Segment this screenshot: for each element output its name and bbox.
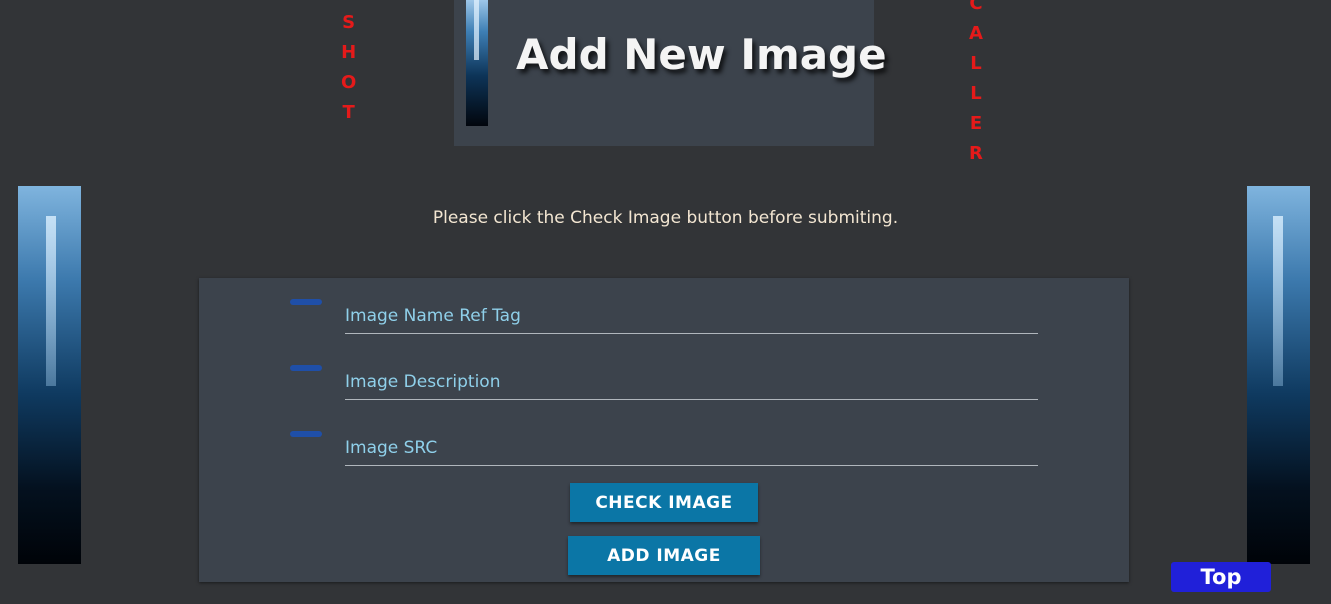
left-image-highlight xyxy=(46,216,56,386)
caller-letter: L xyxy=(970,53,982,74)
right-image-highlight xyxy=(1273,216,1283,386)
right-decorative-image xyxy=(1247,186,1310,564)
page-title: Add New Image xyxy=(516,30,887,79)
instruction-text: Please click the Check Image button befo… xyxy=(432,208,899,228)
caller-letter: E xyxy=(969,113,983,134)
image-name-field xyxy=(290,299,1038,339)
check-image-button[interactable]: Check Image xyxy=(570,483,758,522)
shot-vertical-text: S H O T xyxy=(341,8,356,128)
add-image-form: Check Image Add Image xyxy=(199,278,1129,582)
field-dash-icon xyxy=(290,431,322,437)
field-dash-icon xyxy=(290,365,322,371)
header-panel: Add New Image xyxy=(454,0,887,146)
shot-letter: S xyxy=(342,12,356,33)
scroll-to-top-button[interactable]: Top xyxy=(1171,562,1271,592)
caller-letter: C xyxy=(969,0,983,14)
image-src-input[interactable] xyxy=(345,431,1038,466)
add-image-button[interactable]: Add Image xyxy=(568,536,760,575)
field-dash-icon xyxy=(290,299,322,305)
caller-letter: R xyxy=(969,143,983,164)
image-name-ref-tag-input[interactable] xyxy=(345,299,1038,334)
shot-letter: H xyxy=(341,42,357,63)
caller-letter: A xyxy=(969,23,983,44)
caller-letter: L xyxy=(970,83,982,104)
image-description-input[interactable] xyxy=(345,365,1038,400)
image-description-field xyxy=(290,365,1038,405)
image-src-field xyxy=(290,431,1038,471)
caller-vertical-text: C A L L E R xyxy=(969,0,983,169)
header-thumbnail-image xyxy=(466,0,488,126)
shot-letter: T xyxy=(342,102,355,123)
shot-letter: O xyxy=(341,72,357,93)
left-decorative-image xyxy=(18,186,81,564)
